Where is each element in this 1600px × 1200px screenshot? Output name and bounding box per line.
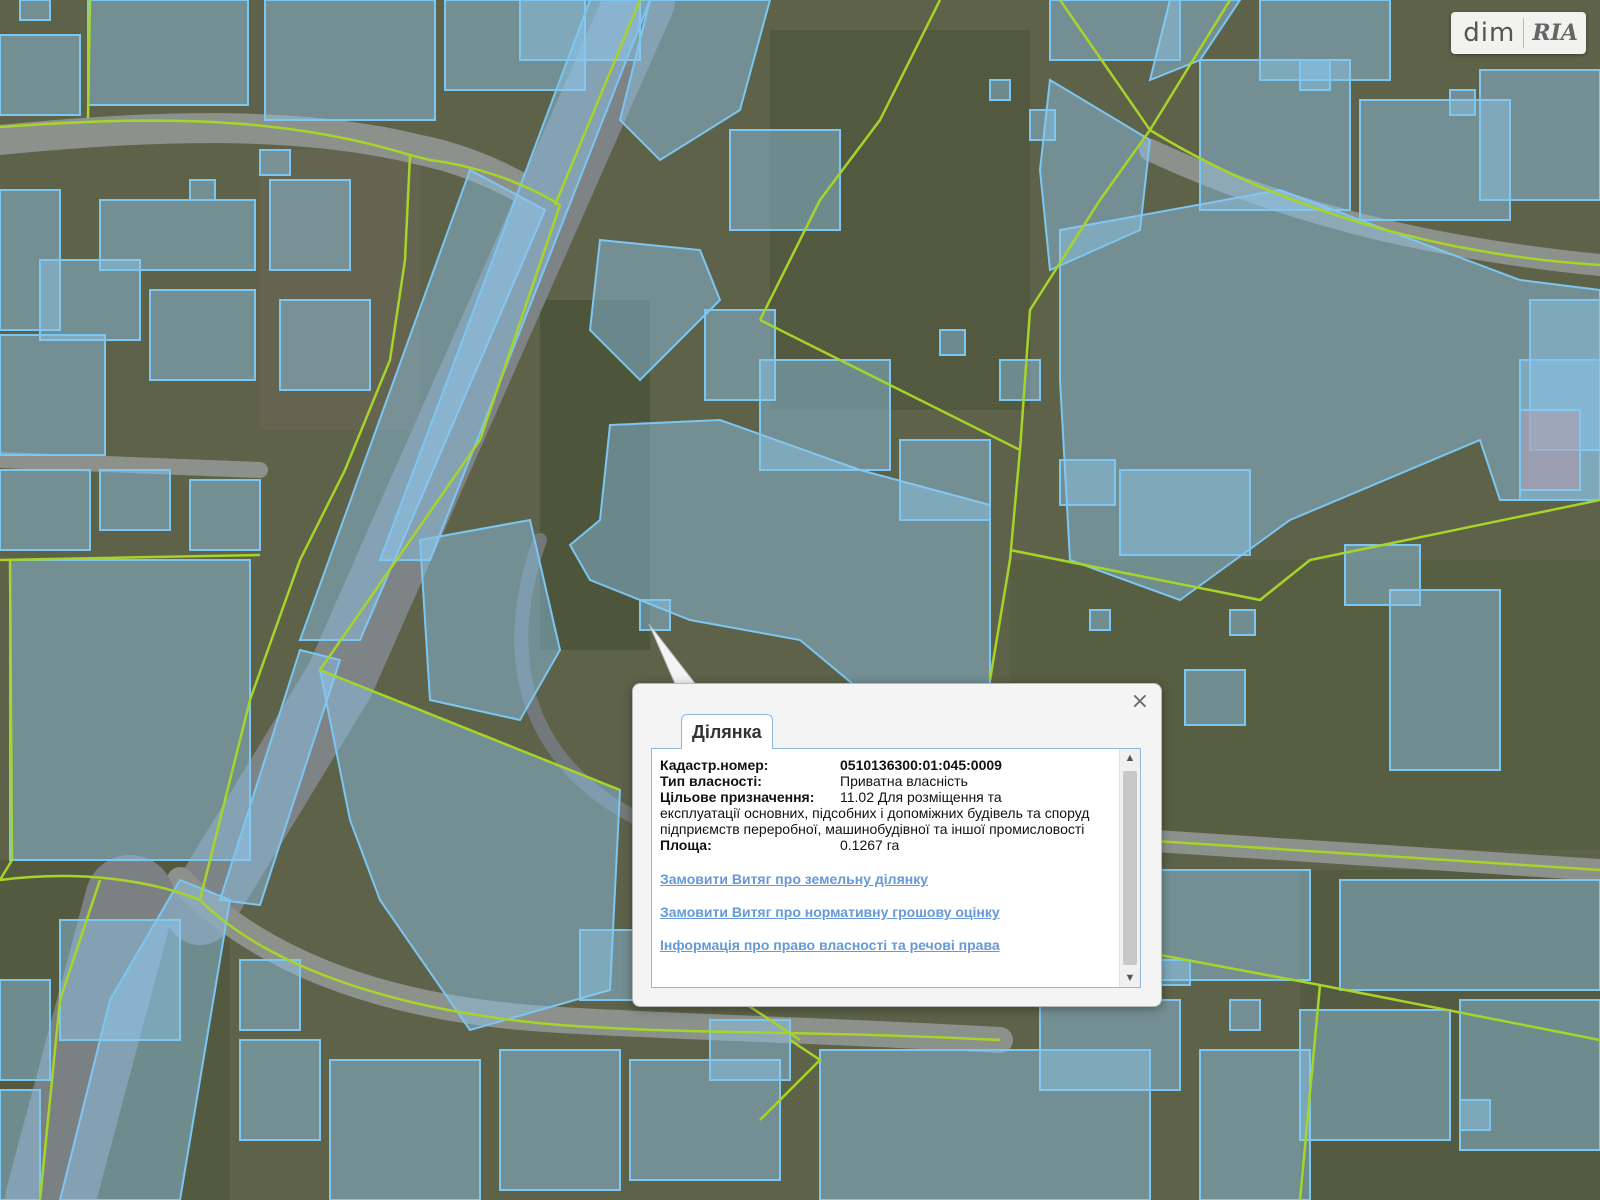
scroll-thumb[interactable] [1123,771,1137,965]
order-valuation-extract-link[interactable]: Замовити Витяг про нормативну грошову оц… [660,904,1110,920]
satellite-map[interactable] [0,0,1600,1200]
area-value: 0.1267 га [840,837,900,853]
cadastral-label: Кадастр.номер: [660,757,769,773]
purpose-value-first: 11.02 Для розміщення та [840,789,1002,805]
popup-content-panel: Кадастр.номер: 0510136300:01:045:0009 Ти… [651,748,1141,988]
logo-ria-text: RIA [1532,20,1578,46]
area-row: Площа: 0.1267 га [660,837,1110,853]
ownership-value: Приватна власність [840,773,968,789]
dim-ria-logo: dim RIA [1451,12,1586,54]
tab-parcel[interactable]: Ділянка [681,714,773,749]
purpose-label: Цільове призначення: [660,789,815,805]
purpose-value-rest: експлуатації основних, підсобних і допом… [660,805,1090,837]
popup-scrollbar[interactable]: ▲ ▼ [1119,749,1140,987]
order-land-extract-link[interactable]: Замовити Витяг про земельну ділянку [660,871,1110,887]
parcel-info: Кадастр.номер: 0510136300:01:045:0009 Ти… [660,757,1110,970]
close-icon[interactable]: × [1131,690,1149,714]
area-label: Площа: [660,837,712,853]
logo-separator [1523,18,1525,48]
cadastral-value: 0510136300:01:045:0009 [840,757,1002,773]
ownership-row: Тип власності: Приватна власність [660,773,1110,789]
parcel-info-popup: × Ділянка Кадастр.номер: 0510136300:01:0… [632,683,1162,1007]
cadastral-row: Кадастр.номер: 0510136300:01:045:0009 [660,757,1110,773]
scroll-down-icon[interactable]: ▼ [1120,969,1140,987]
ownership-label: Тип власності: [660,773,762,789]
ownership-rights-info-link[interactable]: Інформація про право власності та речові… [660,937,1110,953]
purpose-row: Цільове призначення: 11.02 Для розміщенн… [660,789,1110,805]
logo-dim-text: dim [1463,18,1516,48]
popup-links: Замовити Витяг про земельну ділянку Замо… [660,871,1110,953]
scroll-up-icon[interactable]: ▲ [1120,749,1140,767]
